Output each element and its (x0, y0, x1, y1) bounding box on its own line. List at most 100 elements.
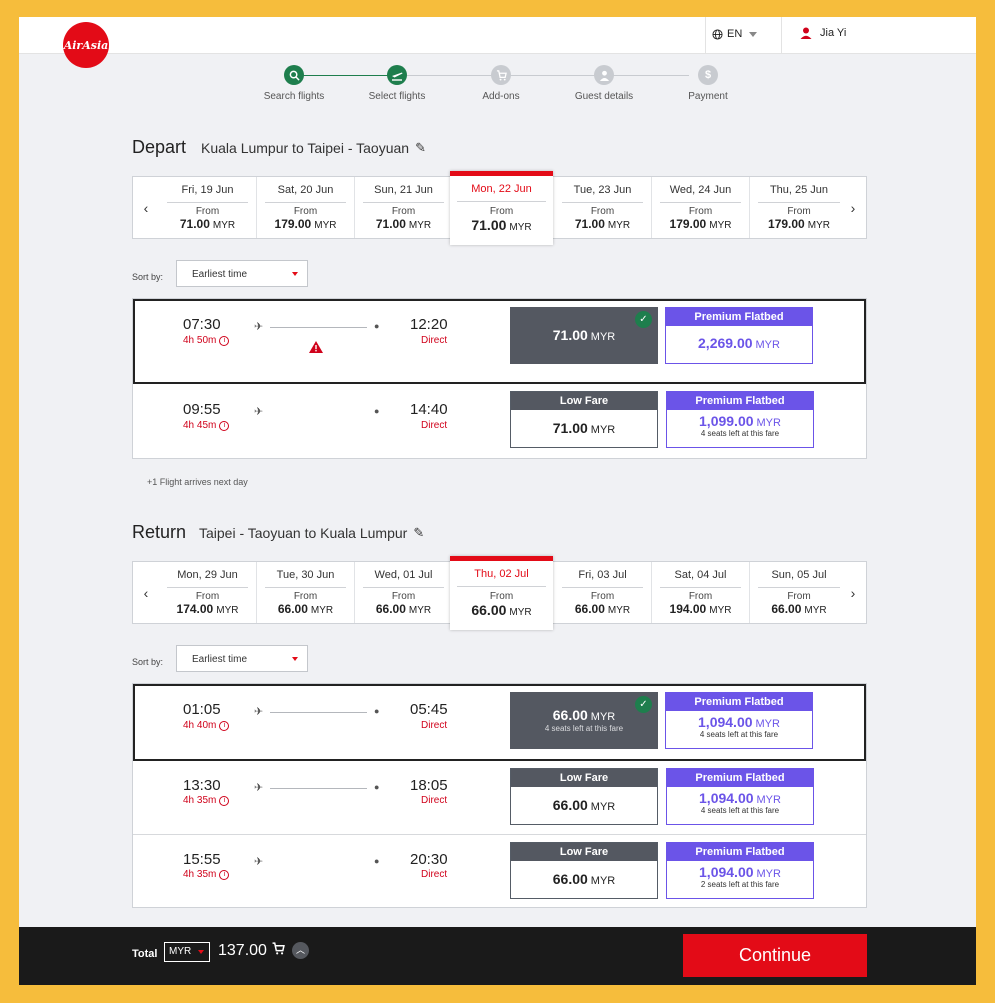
return-date-strip: ‹ Mon, 29 Jun From 174.00 MYR Tue, 30 Jun F… (132, 556, 867, 630)
route-line (270, 788, 367, 789)
header-divider (781, 17, 782, 54)
currency-value: MYR (169, 946, 192, 957)
chevron-left-icon[interactable]: ‹ (133, 562, 159, 623)
arrival-time: 14:40 (410, 401, 448, 418)
date-option[interactable]: Wed, 24 Jun From 179.00 MYR (652, 177, 750, 238)
user-menu[interactable]: Jia Yi (800, 27, 846, 39)
stops-label: Direct (421, 869, 448, 880)
stops-label: Direct (421, 335, 448, 346)
flight-row[interactable]: 07:30 4h 50m i ✈ ● 12:20 Direct 71.00 MYR … (133, 299, 866, 384)
step-label: Guest details (574, 91, 634, 102)
chevron-down-icon (198, 950, 204, 954)
date-option[interactable]: Thu, 25 Jun From 179.00 MYR (750, 177, 848, 238)
arrival-time: 12:20 (410, 316, 448, 333)
plane-icon: ✈ (254, 706, 264, 718)
date-option[interactable]: Sat, 20 Jun From 179.00 MYR (257, 177, 355, 238)
date-option-selected[interactable]: Thu, 02 Jul From 66.00 MYR (450, 556, 553, 630)
flight-row[interactable]: 15:55 4h 35m i ✈ ● 20:30 Direct Low Fare … (133, 835, 866, 907)
total-amount: 137.00 (218, 942, 267, 959)
route-line (270, 327, 367, 328)
info-icon[interactable]: i (219, 869, 230, 880)
duration: 4h 40m i (183, 720, 230, 731)
premium-fare-card[interactable]: Premium Flatbed 1,094.00 MYR 4 seats left… (666, 768, 814, 825)
sort-value: Earliest time (192, 654, 248, 665)
plane-icon: ✈ (254, 856, 264, 868)
depart-date-strip: ‹ Fri, 19 Jun From 71.00 MYR Sat, 20 Jun Fr… (132, 171, 867, 245)
info-icon[interactable]: i (219, 795, 230, 806)
flight-row[interactable]: 13:30 4h 35m i ✈ ● 18:05 Direct Low Fare … (133, 761, 866, 835)
warning-icon[interactable] (309, 341, 323, 353)
edit-pencil-icon[interactable]: ✎ (413, 525, 424, 541)
date-option[interactable]: Sun, 05 Jul From 66.00 MYR (750, 562, 848, 623)
premium-fare-card[interactable]: Premium Flatbed 1,094.00 MYR 4 seats left… (665, 692, 813, 749)
info-icon[interactable]: i (219, 420, 230, 431)
departure-time: 15:55 (183, 851, 221, 868)
premium-fare-card[interactable]: Premium Flatbed 1,099.00 MYR 4 seats left… (666, 391, 814, 448)
departure-time: 07:30 (183, 316, 221, 333)
chevron-left-icon[interactable]: ‹ (133, 177, 159, 238)
date-option[interactable]: Sun, 21 Jun From 71.00 MYR (355, 177, 453, 238)
pin-icon: ● (374, 782, 380, 792)
flight-row[interactable]: 09:55 4h 45m i ✈ ● 14:40 Direct Low Fare … (133, 384, 866, 458)
return-flight-list: 01:05 4h 40m i ✈ ● 05:45 Direct 66.00 MYR … (132, 683, 867, 908)
sort-label: Sort by: (132, 657, 164, 667)
cart-icon (496, 69, 507, 81)
info-icon[interactable]: i (219, 720, 230, 731)
next-day-note: +1 Flight arrives next day (147, 477, 248, 487)
premium-fare-card[interactable]: Premium Flatbed 2,269.00 MYR (665, 307, 813, 364)
cart-icon (272, 942, 285, 955)
stops-label: Direct (421, 795, 448, 806)
date-option[interactable]: Tue, 23 Jun From 71.00 MYR (554, 177, 652, 238)
step-search-flights[interactable]: Search flights (239, 65, 349, 102)
language-selector[interactable]: EN (712, 28, 758, 40)
premium-fare-card[interactable]: Premium Flatbed 1,094.00 MYR 2 seats left… (666, 842, 814, 899)
user-icon (800, 27, 812, 39)
step-guest-details: Guest details (549, 65, 659, 102)
currency-selector[interactable]: MYR (164, 942, 210, 962)
depart-flight-list: 07:30 4h 50m i ✈ ● 12:20 Direct 71.00 MYR … (132, 298, 867, 459)
plane-icon: ✈ (254, 321, 264, 333)
return-route: Taipei - Taoyuan to Kuala Lumpur ✎ (199, 525, 424, 541)
language-label: EN (727, 28, 743, 40)
sort-label: Sort by: (132, 272, 164, 282)
checkmark-icon: ✓ (635, 696, 652, 713)
step-label: Add-ons (482, 91, 520, 102)
route-line (270, 712, 367, 713)
continue-button[interactable]: Continue (683, 934, 867, 977)
flight-row[interactable]: 01:05 4h 40m i ✈ ● 05:45 Direct 66.00 MYR … (133, 684, 866, 761)
info-icon[interactable]: i (219, 335, 230, 346)
header-divider (705, 17, 706, 54)
total-label: Total (132, 948, 158, 960)
low-fare-card[interactable]: Low Fare 66.00 MYR (510, 842, 658, 899)
date-option-selected[interactable]: Mon, 22 Jun From 71.00 MYR (450, 171, 553, 245)
airasia-logo[interactable]: AirAsia (63, 22, 109, 68)
return-title: Return (132, 522, 187, 542)
departure-time: 13:30 (183, 777, 221, 794)
depart-title: Depart (132, 137, 187, 157)
step-add-ons: Add-ons (446, 65, 556, 102)
duration: 4h 35m i (183, 795, 230, 806)
sort-dropdown[interactable]: Earliest time (176, 645, 308, 672)
step-payment: $ Payment (653, 65, 763, 102)
date-option[interactable]: Wed, 01 Jul From 66.00 MYR (355, 562, 453, 623)
low-fare-card[interactable]: Low Fare 66.00 MYR (510, 768, 658, 825)
date-option[interactable]: Fri, 03 Jul From 66.00 MYR (554, 562, 652, 623)
arrival-time: 18:05 (410, 777, 448, 794)
checkmark-icon: ✓ (635, 311, 652, 328)
chevron-right-icon[interactable]: › (840, 177, 866, 238)
chevron-up-icon[interactable]: ︿ (292, 942, 309, 959)
date-option[interactable]: Fri, 19 Jun From 71.00 MYR (159, 177, 257, 238)
arrival-time: 20:30 (410, 851, 448, 868)
plane-icon: ✈ (254, 406, 264, 418)
date-option[interactable]: Sat, 04 Jul From 194.00 MYR (652, 562, 750, 623)
step-label: Search flights (263, 91, 325, 102)
edit-pencil-icon[interactable]: ✎ (415, 140, 426, 156)
user-name: Jia Yi (820, 27, 847, 39)
step-select-flights: Select flights (342, 65, 452, 102)
globe-icon (712, 28, 723, 40)
low-fare-card[interactable]: Low Fare 71.00 MYR (510, 391, 658, 448)
chevron-right-icon[interactable]: › (840, 562, 866, 623)
sort-dropdown[interactable]: Earliest time (176, 260, 308, 287)
date-option[interactable]: Mon, 29 Jun From 174.00 MYR (159, 562, 257, 623)
date-option[interactable]: Tue, 30 Jun From 66.00 MYR (257, 562, 355, 623)
